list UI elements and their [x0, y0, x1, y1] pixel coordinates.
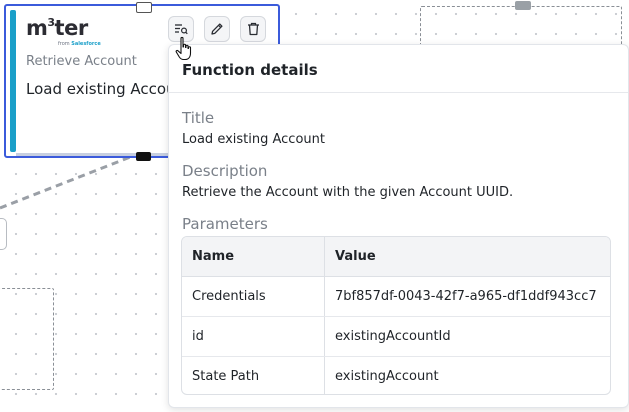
edit-button[interactable]	[204, 16, 230, 42]
logo-text: m	[26, 16, 48, 40]
param-name: id	[182, 316, 325, 357]
table-row: Credentials 7bf857df-0043-42f7-a965-df1d…	[182, 276, 610, 317]
table-header-row: Name Value	[182, 237, 610, 277]
node-input-handle[interactable]	[136, 2, 152, 13]
param-value: existingAccountId	[324, 316, 610, 357]
title-label: Title	[182, 109, 215, 127]
popover-title: Function details	[182, 61, 318, 79]
node-title: Load existing Account	[26, 80, 191, 98]
m3ter-logo: m3ter from Salesforce	[26, 16, 101, 51]
param-value: existingAccount	[335, 369, 439, 384]
param-value: 7bf857df-0043-42f7-a965-df1ddf943cc7	[324, 276, 610, 317]
column-header-value: Value	[324, 237, 610, 277]
trash-icon	[247, 22, 259, 36]
param-name: State Path	[182, 356, 325, 394]
parameters-table: Name Value Credentials 7bf857df-0043-42f…	[181, 236, 611, 395]
logo-brand: Salesforce	[71, 41, 101, 47]
delete-button[interactable]	[240, 16, 266, 42]
logo-text: ter	[54, 16, 89, 40]
column-header-name: Name	[182, 237, 325, 277]
popover-header: Function details	[169, 45, 628, 93]
node-output-handle[interactable]	[136, 152, 151, 161]
description-value: Retrieve the Account with the given Acco…	[182, 185, 514, 200]
table-row: id existingAccountId	[182, 316, 610, 357]
param-name: Credentials	[182, 276, 325, 317]
logo-from: from	[58, 41, 70, 47]
node-function-type: Retrieve Account	[26, 54, 137, 69]
pencil-icon	[211, 23, 223, 35]
node-connector-handle[interactable]	[515, 1, 531, 10]
title-value: Load existing Account	[182, 132, 325, 147]
logo-tagline: from Salesforce	[58, 41, 101, 47]
details-list-icon	[175, 24, 188, 35]
logo-superscript: 3	[47, 16, 55, 29]
hand-cursor-icon	[175, 36, 192, 61]
description-label: Description	[182, 162, 268, 180]
canvas-node-stub[interactable]	[0, 218, 7, 250]
canvas-node-placeholder[interactable]	[0, 288, 54, 390]
node-accent-bar	[10, 10, 16, 152]
function-details-popover: Function details Title Load existing Acc…	[168, 44, 629, 408]
parameters-label: Parameters	[182, 215, 268, 233]
table-row: State Path existingAccount	[182, 356, 610, 394]
